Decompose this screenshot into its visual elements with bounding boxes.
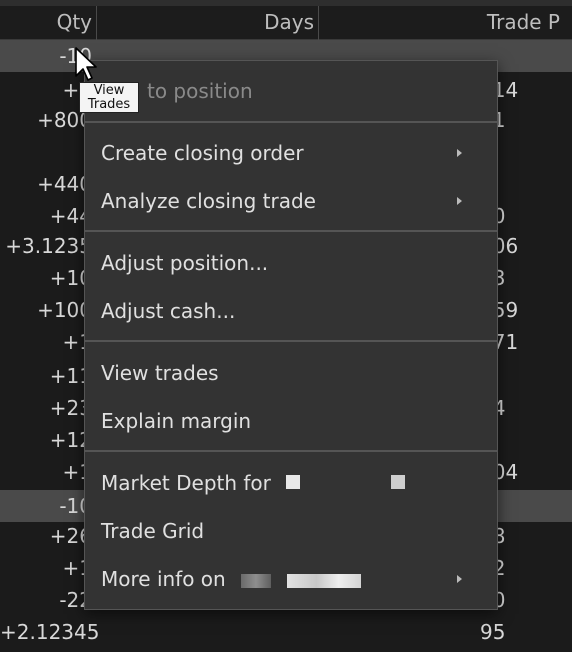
- tooltip-line: View: [93, 83, 125, 98]
- menu-item-label: Trade Grid: [101, 519, 205, 543]
- redacted-symbol: [287, 574, 361, 588]
- qty-cell: -22: [59, 588, 92, 612]
- menu-item-label: View trades: [101, 361, 219, 385]
- qty-column-header[interactable]: Qty: [0, 6, 92, 39]
- menu-item-label: Explain margin: [101, 409, 252, 433]
- menu-item-to-position: to position: [85, 69, 497, 113]
- menu-item-adjust-cash[interactable]: Adjust cash...: [85, 289, 497, 333]
- menu-separator: [85, 340, 497, 342]
- qty-cell: +23: [49, 396, 92, 420]
- trade-price-cell: 95: [480, 620, 506, 644]
- qty-cell: -10: [59, 494, 92, 518]
- menu-item-label: Market Depth for: [101, 471, 271, 495]
- qty-cell: +1: [62, 460, 92, 484]
- table-header: Qty Days Trade P: [0, 6, 572, 40]
- qty-cell: +100: [37, 298, 92, 322]
- qty-cell: +440: [37, 172, 92, 196]
- context-menu: to position Create closing order Analyze…: [84, 60, 498, 610]
- redacted-symbol: [391, 475, 405, 489]
- menu-item-label: Adjust cash...: [101, 299, 236, 323]
- trade-price-column-header[interactable]: Trade P: [330, 6, 560, 39]
- submenu-arrow-icon: [457, 557, 465, 601]
- menu-item-view-trades[interactable]: View trades: [85, 351, 497, 395]
- menu-item-adjust-position[interactable]: Adjust position...: [85, 241, 497, 285]
- menu-item-explain-margin[interactable]: Explain margin: [85, 399, 497, 443]
- menu-separator: [85, 230, 497, 232]
- submenu-arrow-icon: [457, 131, 465, 175]
- tooltip-line: Trades: [87, 97, 131, 112]
- menu-item-label: to position: [147, 79, 253, 103]
- qty-cell: +26: [49, 524, 92, 548]
- qty-cell: +12: [49, 428, 92, 452]
- menu-item-label: Create closing order: [101, 141, 304, 165]
- qty-cell: +1: [62, 556, 92, 580]
- menu-item-more-info[interactable]: More info on: [85, 557, 497, 601]
- menu-item-trade-grid[interactable]: Trade Grid: [85, 509, 497, 553]
- qty-cell: +3.1235: [5, 234, 92, 258]
- menu-separator: [85, 121, 497, 123]
- days-column-header[interactable]: Days: [100, 6, 314, 39]
- tooltip: View Trades: [79, 82, 139, 113]
- qty-cell: +10: [49, 266, 92, 290]
- menu-item-create-closing-order[interactable]: Create closing order: [85, 131, 497, 175]
- menu-separator: [85, 450, 497, 452]
- menu-item-label: Adjust position...: [101, 251, 269, 275]
- qty-cell: [0, 136, 92, 168]
- table-row[interactable]: +2.12345 95: [0, 616, 572, 648]
- menu-item-label: Analyze closing trade: [101, 189, 316, 213]
- redacted-symbol: [286, 475, 300, 489]
- menu-item-analyze-closing-trade[interactable]: Analyze closing trade: [85, 179, 497, 223]
- qty-cell: +1: [62, 330, 92, 354]
- submenu-arrow-icon: [457, 179, 465, 223]
- redacted-symbol: [241, 574, 271, 588]
- qty-cell: +44: [49, 204, 92, 228]
- mouse-pointer-icon: [75, 47, 97, 81]
- qty-cell: +11: [49, 364, 92, 388]
- qty-cell: +2.12345: [0, 620, 100, 644]
- menu-item-label: More info on: [101, 567, 226, 591]
- menu-item-market-depth[interactable]: Market Depth for: [85, 461, 497, 505]
